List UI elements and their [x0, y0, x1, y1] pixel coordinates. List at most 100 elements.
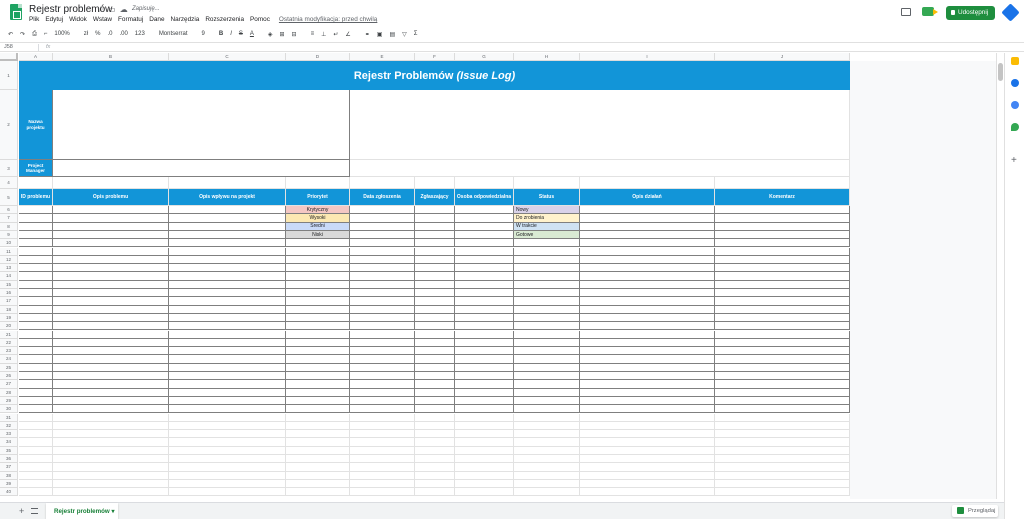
cell[interactable]: [19, 455, 53, 464]
cell[interactable]: [415, 338, 455, 348]
cell[interactable]: [19, 222, 53, 231]
cell[interactable]: [580, 455, 715, 464]
functions-button[interactable]: Σ: [414, 31, 418, 37]
row-header[interactable]: 2: [0, 90, 18, 160]
row-header[interactable]: 1: [0, 61, 18, 90]
cell[interactable]: [580, 177, 715, 189]
cell[interactable]: [415, 206, 455, 215]
cell[interactable]: [286, 272, 350, 281]
cell[interactable]: [19, 247, 53, 256]
cell[interactable]: [580, 363, 715, 372]
column-header[interactable]: D: [286, 53, 350, 61]
cell[interactable]: [350, 430, 415, 439]
cell[interactable]: [455, 264, 514, 273]
row-header[interactable]: 28: [0, 388, 18, 397]
contacts-icon[interactable]: [1011, 101, 1019, 109]
cell[interactable]: [19, 388, 53, 397]
cell[interactable]: [19, 380, 53, 389]
cloud-status-icon[interactable]: ☁: [120, 5, 128, 14]
project-value-cell[interactable]: [53, 160, 350, 177]
explore-button[interactable]: Przeglądaj: [952, 505, 998, 517]
cell[interactable]: [415, 405, 455, 414]
cell[interactable]: [580, 305, 715, 314]
cell[interactable]: [53, 330, 169, 339]
cell[interactable]: [350, 438, 415, 447]
cell[interactable]: [514, 313, 580, 323]
cell[interactable]: [415, 488, 455, 497]
cell[interactable]: [350, 396, 415, 406]
cell[interactable]: [350, 488, 415, 497]
cell[interactable]: [580, 264, 715, 273]
row-header[interactable]: 12: [0, 255, 18, 265]
paint-format-icon[interactable]: ⌐: [44, 31, 48, 37]
cell[interactable]: [455, 471, 514, 480]
cell[interactable]: [286, 264, 350, 273]
menu-help[interactable]: Pomoc: [250, 16, 270, 23]
cell[interactable]: [169, 264, 286, 273]
cell[interactable]: [350, 160, 850, 177]
cell[interactable]: [415, 380, 455, 389]
cell[interactable]: [455, 479, 514, 489]
cell[interactable]: [286, 430, 350, 439]
cell[interactable]: [514, 421, 580, 431]
font-size-select[interactable]: 9: [202, 31, 205, 37]
column-header[interactable]: C: [169, 53, 286, 61]
sheet-grid[interactable]: ABCDEFGHIJ 1 2 3 4 5 6 7 8 9 10 11 12 13 14 15 16 17 18 19…: [0, 53, 996, 499]
cell[interactable]: [715, 479, 850, 489]
fill-color-icon[interactable]: ◈: [268, 31, 273, 38]
priority-cell[interactable]: Średni: [286, 222, 350, 231]
status-cell[interactable]: Gotowe: [514, 230, 580, 240]
cell[interactable]: [169, 388, 286, 397]
menu-data[interactable]: Dane: [149, 16, 164, 23]
cell[interactable]: [53, 355, 169, 364]
cell[interactable]: [455, 272, 514, 281]
cell[interactable]: [455, 438, 514, 447]
cell[interactable]: [350, 363, 415, 372]
cell[interactable]: [19, 230, 53, 240]
row-header[interactable]: 4: [0, 177, 18, 189]
cell[interactable]: [715, 355, 850, 364]
cell[interactable]: [715, 396, 850, 406]
cell[interactable]: [455, 347, 514, 356]
cell[interactable]: [286, 347, 350, 356]
cell[interactable]: [53, 388, 169, 397]
cell[interactable]: [580, 272, 715, 281]
name-box[interactable]: J58: [4, 44, 13, 50]
cell[interactable]: [350, 479, 415, 489]
cell[interactable]: [715, 380, 850, 389]
cell[interactable]: [53, 264, 169, 273]
row-header[interactable]: 36: [0, 455, 18, 464]
row-header[interactable]: 29: [0, 396, 18, 406]
insert-link-icon[interactable]: ⚭: [365, 31, 370, 38]
cell[interactable]: [169, 355, 286, 364]
cell[interactable]: [286, 313, 350, 323]
cell[interactable]: [415, 255, 455, 265]
cell[interactable]: [19, 255, 53, 265]
cell[interactable]: [415, 322, 455, 331]
cell[interactable]: [514, 255, 580, 265]
cell[interactable]: [455, 239, 514, 248]
decrease-decimal-button[interactable]: .0: [107, 31, 112, 37]
cell[interactable]: [53, 372, 169, 381]
row-header[interactable]: 18: [0, 305, 18, 314]
cell[interactable]: [514, 338, 580, 348]
cell[interactable]: [19, 463, 53, 472]
font-select[interactable]: Montserrat: [159, 31, 188, 37]
cell[interactable]: [19, 471, 53, 480]
cell[interactable]: [169, 363, 286, 372]
cell[interactable]: [580, 230, 715, 240]
cell[interactable]: [19, 239, 53, 248]
cell[interactable]: [580, 222, 715, 231]
cell[interactable]: [455, 206, 514, 215]
cell[interactable]: [169, 479, 286, 489]
cell[interactable]: [715, 214, 850, 223]
cell[interactable]: [715, 446, 850, 455]
cell[interactable]: [514, 305, 580, 314]
cell[interactable]: [350, 313, 415, 323]
cell[interactable]: [169, 322, 286, 331]
cell[interactable]: [514, 355, 580, 364]
cell[interactable]: [53, 222, 169, 231]
row-header[interactable]: 34: [0, 438, 18, 447]
cell[interactable]: [19, 488, 53, 497]
cell[interactable]: [19, 347, 53, 356]
